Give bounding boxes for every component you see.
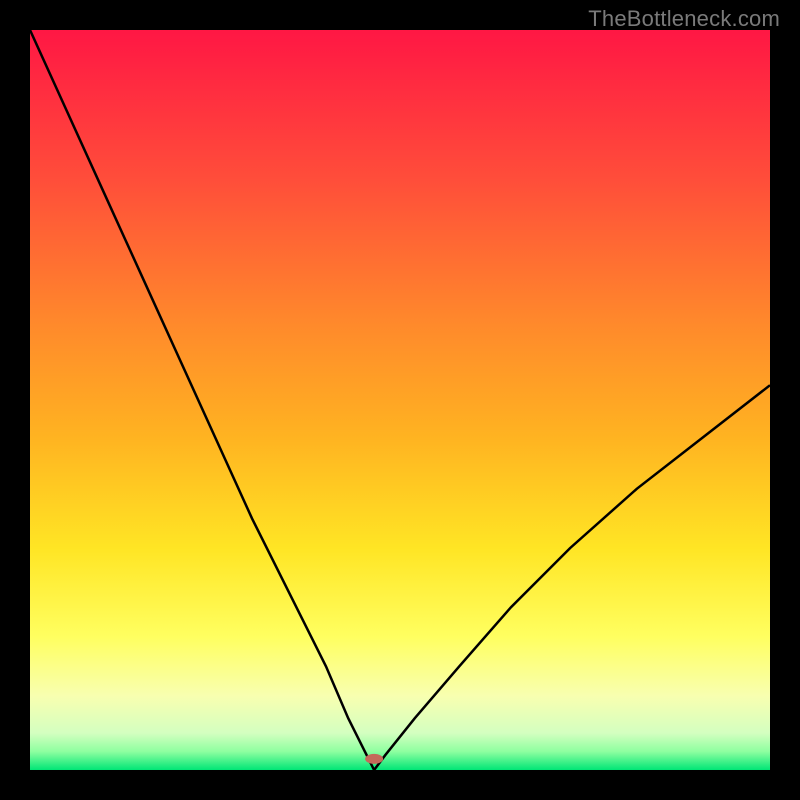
watermark-text: TheBottleneck.com: [588, 6, 780, 32]
chart-svg: [30, 30, 770, 770]
gradient-background: [30, 30, 770, 770]
chart-area: [30, 30, 770, 770]
marker-dot: [365, 754, 383, 764]
